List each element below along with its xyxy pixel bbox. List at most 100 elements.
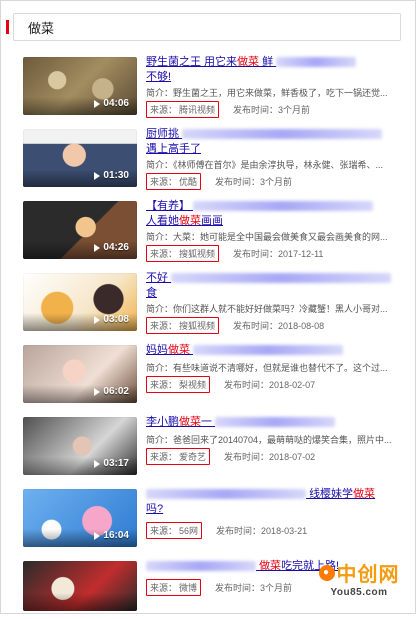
play-icon — [94, 459, 101, 468]
result-meta: 来源： 优酷 发布时间：3个月前 — [146, 173, 401, 190]
video-result-item[interactable]: 03:08 不好 食 简介：你们这群人就不能好好做菜吗？冷藏蟹！黑人小哥对...… — [1, 267, 415, 339]
title-highlight: 做菜 — [179, 416, 201, 428]
title-highlight: 做菜 — [168, 344, 190, 356]
result-body: 野生菌之王 用它来做菜 鲜 不够! 简介：野生菌之王，用它来做菜，鲜香极了，吃下… — [146, 55, 401, 118]
result-title-link[interactable]: 做菜吃完就上路! — [146, 559, 401, 573]
title-part: 人看她 — [146, 215, 179, 227]
source-label-box: 来源： 爱奇艺 — [146, 448, 211, 465]
result-title-link[interactable]: 厨师挑 — [146, 127, 401, 141]
source-label: 来源： — [150, 105, 178, 115]
play-icon — [94, 531, 101, 540]
redacted-text — [193, 201, 374, 212]
video-thumbnail[interactable]: 16:04 — [23, 489, 137, 547]
publish-time-value: 3个月前 — [278, 105, 311, 115]
title-part: 妈妈 — [146, 344, 168, 356]
play-icon — [94, 243, 101, 252]
title-part: 线樱妹学 — [309, 488, 354, 500]
result-summary: 简介：野生菌之王，用它来做菜，鲜香极了，吃下一锅还觉... — [146, 88, 388, 98]
result-meta: 来源： 微博 发布时间：3个月前 — [146, 579, 401, 596]
result-body: 做菜吃完就上路! 来源： 微博 发布时间：3个月前 — [146, 559, 401, 596]
video-result-item[interactable]: 做菜吃完就上路! 来源： 微博 发布时间：3个月前 — [1, 555, 415, 619]
publish-time: 发布时间：2018-02-07 — [224, 378, 315, 391]
publish-time: 发布时间：2018-07-02 — [224, 450, 315, 463]
search-highlight-mark — [6, 20, 9, 34]
play-icon — [94, 315, 101, 324]
title-highlight: 做菜 — [259, 560, 282, 572]
duration-badge: 16:04 — [94, 530, 129, 541]
result-title-line2[interactable]: 人看她做菜画画 — [146, 214, 401, 228]
publish-time: 发布时间：3个月前 — [215, 175, 292, 188]
source-label-box: 来源： 梨视频 — [146, 376, 211, 393]
publish-time-value: 2018-07-02 — [269, 452, 316, 462]
title-part: 画画 — [201, 215, 223, 227]
result-meta: 来源： 搜狐视频 发布时间：2018-08-08 — [146, 317, 401, 334]
source-value: 56网 — [179, 526, 199, 536]
result-title-link[interactable]: 野生菌之王 用它来做菜 鲜 — [146, 55, 401, 69]
result-meta: 来源： 搜狐视频 发布时间：2017-12-11 — [146, 245, 401, 262]
publish-time: 发布时间：2018-08-08 — [233, 319, 324, 332]
video-thumbnail[interactable]: 06:02 — [23, 345, 137, 403]
source-label-box: 来源： 微博 — [146, 579, 202, 596]
video-thumbnail[interactable]: 03:17 — [23, 417, 137, 475]
video-result-item[interactable]: 06:02 妈妈做菜 简介：有些味道说不清哪好，但就是谁也替代不了。这个过...… — [1, 339, 415, 411]
duration-text: 01:30 — [103, 170, 129, 181]
title-highlight: 做菜 — [237, 56, 260, 68]
search-query[interactable]: 做菜 — [28, 18, 54, 37]
result-title-line2[interactable]: 遇上高手了 — [146, 142, 401, 156]
video-thumbnail[interactable]: 03:08 — [23, 273, 137, 331]
duration-text: 04:26 — [103, 242, 129, 253]
video-result-item[interactable]: 16:04 线樱妹学做菜 吗? 来源： 56网 发布时间：2018-03-21 — [1, 483, 415, 555]
result-body: 妈妈做菜 简介：有些味道说不清哪好，但就是谁也替代不了。这个过... 来源： 梨视… — [146, 343, 401, 393]
video-thumbnail[interactable]: 04:06 — [23, 57, 137, 115]
duration-badge: 01:30 — [94, 170, 129, 181]
result-title-line2[interactable]: 不够! — [146, 70, 401, 84]
play-icon — [94, 99, 101, 108]
duration-text: 16:04 — [103, 530, 129, 541]
publish-time-value: 3个月前 — [260, 583, 293, 593]
result-title-link[interactable]: 不好 — [146, 271, 401, 285]
result-title-link[interactable]: 妈妈做菜 — [146, 343, 401, 357]
result-body: 线樱妹学做菜 吗? 来源： 56网 发布时间：2018-03-21 — [146, 487, 401, 539]
publish-time-value: 2017-12-11 — [278, 249, 324, 259]
video-thumbnail[interactable]: 01:30 — [23, 129, 137, 187]
result-body: 不好 食 简介：你们这群人就不能好好做菜吗？冷藏蟹！黑人小哥对... 来源： 搜狐… — [146, 271, 401, 334]
duration-text: 04:06 — [103, 98, 129, 109]
duration-badge: 03:08 — [94, 314, 129, 325]
redacted-text — [215, 417, 336, 428]
video-result-item[interactable]: 04:26 【有养】 人看她做菜画画 简介：大菜：她可能是全中国最会做美食又最会… — [1, 195, 415, 267]
redacted-text — [182, 129, 383, 140]
result-summary: 简介：《林师傅在首尔》是由余淳执导，林永健、张瑞希、... — [146, 160, 384, 170]
source-label: 来源： — [150, 452, 178, 462]
video-thumbnail[interactable] — [23, 561, 137, 611]
publish-time-label: 发布时间： — [233, 321, 279, 331]
redacted-text — [146, 561, 256, 572]
result-title-line2[interactable]: 食 — [146, 286, 401, 300]
source-label: 来源： — [150, 249, 178, 259]
duration-badge: 04:06 — [94, 98, 129, 109]
video-thumbnail[interactable]: 04:26 — [23, 201, 137, 259]
result-title-line2[interactable]: 吗? — [146, 502, 401, 516]
video-result-item[interactable]: 01:30 厨师挑 遇上高手了 简介：《林师傅在首尔》是由余淳执导，林永健、张瑞… — [1, 123, 415, 195]
source-label: 来源： — [150, 380, 178, 390]
result-title-link[interactable]: 线樱妹学做菜 — [146, 487, 401, 501]
video-result-item[interactable]: 03:17 李小鹏做菜一 简介：爸爸回来了20140704，最萌萌哒的爆笑合集，… — [1, 411, 415, 483]
title-part: 李小鹏 — [146, 416, 179, 428]
result-title-link[interactable]: 【有养】 — [146, 199, 401, 213]
video-result-item[interactable]: 04:06 野生菌之王 用它来做菜 鲜 不够! 简介：野生菌之王，用它来做菜，鲜… — [1, 51, 415, 123]
title-part: 野生菌之王 用它来 — [146, 56, 238, 68]
source-value: 爱奇艺 — [179, 452, 207, 462]
publish-time-label: 发布时间： — [216, 526, 262, 536]
source-label-box: 来源： 腾讯视频 — [146, 101, 220, 118]
duration-text: 06:02 — [103, 386, 129, 397]
source-label: 来源： — [150, 583, 178, 593]
result-meta: 来源： 爱奇艺 发布时间：2018-07-02 — [146, 448, 401, 465]
result-title-link[interactable]: 李小鹏做菜一 — [146, 415, 401, 429]
publish-time-value: 3个月前 — [260, 177, 293, 187]
title-part: 吃完就上路! — [281, 560, 340, 572]
title-highlight: 做菜 — [179, 215, 201, 227]
video-results-list: 04:06 野生菌之王 用它来做菜 鲜 不够! 简介：野生菌之王，用它来做菜，鲜… — [1, 51, 415, 619]
result-meta: 来源： 腾讯视频 发布时间：3个月前 — [146, 101, 401, 118]
title-part: 不好 — [146, 272, 168, 284]
search-box[interactable]: 做菜 — [6, 13, 401, 41]
play-icon — [94, 387, 101, 396]
